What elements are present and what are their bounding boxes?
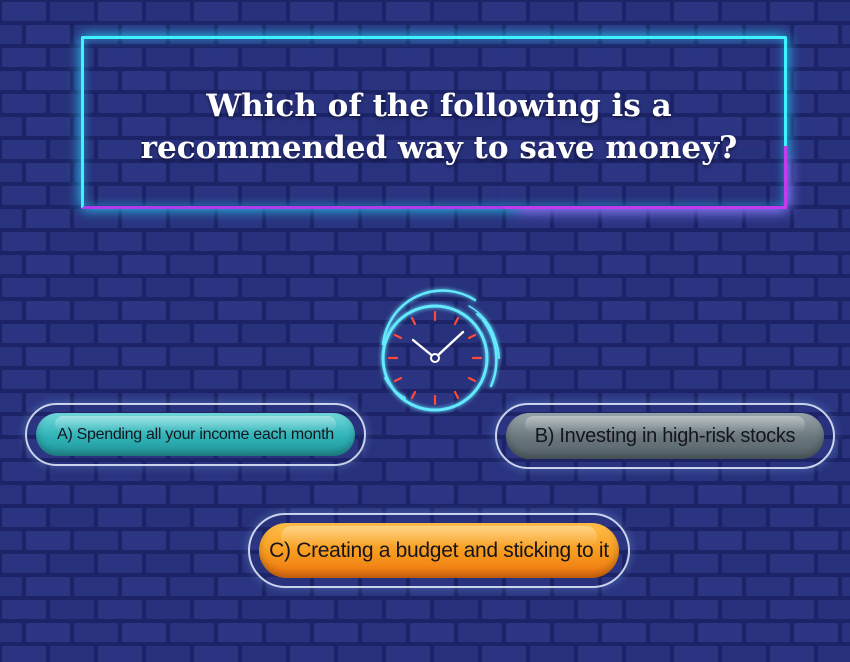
- answer-b-pill[interactable]: B) Investing in high-risk stocks: [506, 413, 824, 459]
- answer-a-label: A) Spending all your income each month: [57, 425, 334, 443]
- answer-c-button[interactable]: C) Creating a budget and sticking to it: [248, 513, 630, 588]
- answer-a-pill[interactable]: A) Spending all your income each month: [36, 413, 355, 456]
- answer-b-button[interactable]: B) Investing in high-risk stocks: [495, 403, 835, 469]
- answer-c-label: C) Creating a budget and sticking to it: [269, 538, 609, 562]
- stopwatch-icon: [381, 289, 500, 412]
- answer-a-button[interactable]: A) Spending all your income each month: [25, 403, 366, 466]
- answer-b-label: B) Investing in high-risk stocks: [534, 424, 796, 447]
- question-panel: Which of the following is a recommended …: [81, 36, 787, 209]
- question-text: Which of the following is a recommended …: [140, 88, 738, 166]
- answer-c-pill[interactable]: C) Creating a budget and sticking to it: [259, 523, 619, 578]
